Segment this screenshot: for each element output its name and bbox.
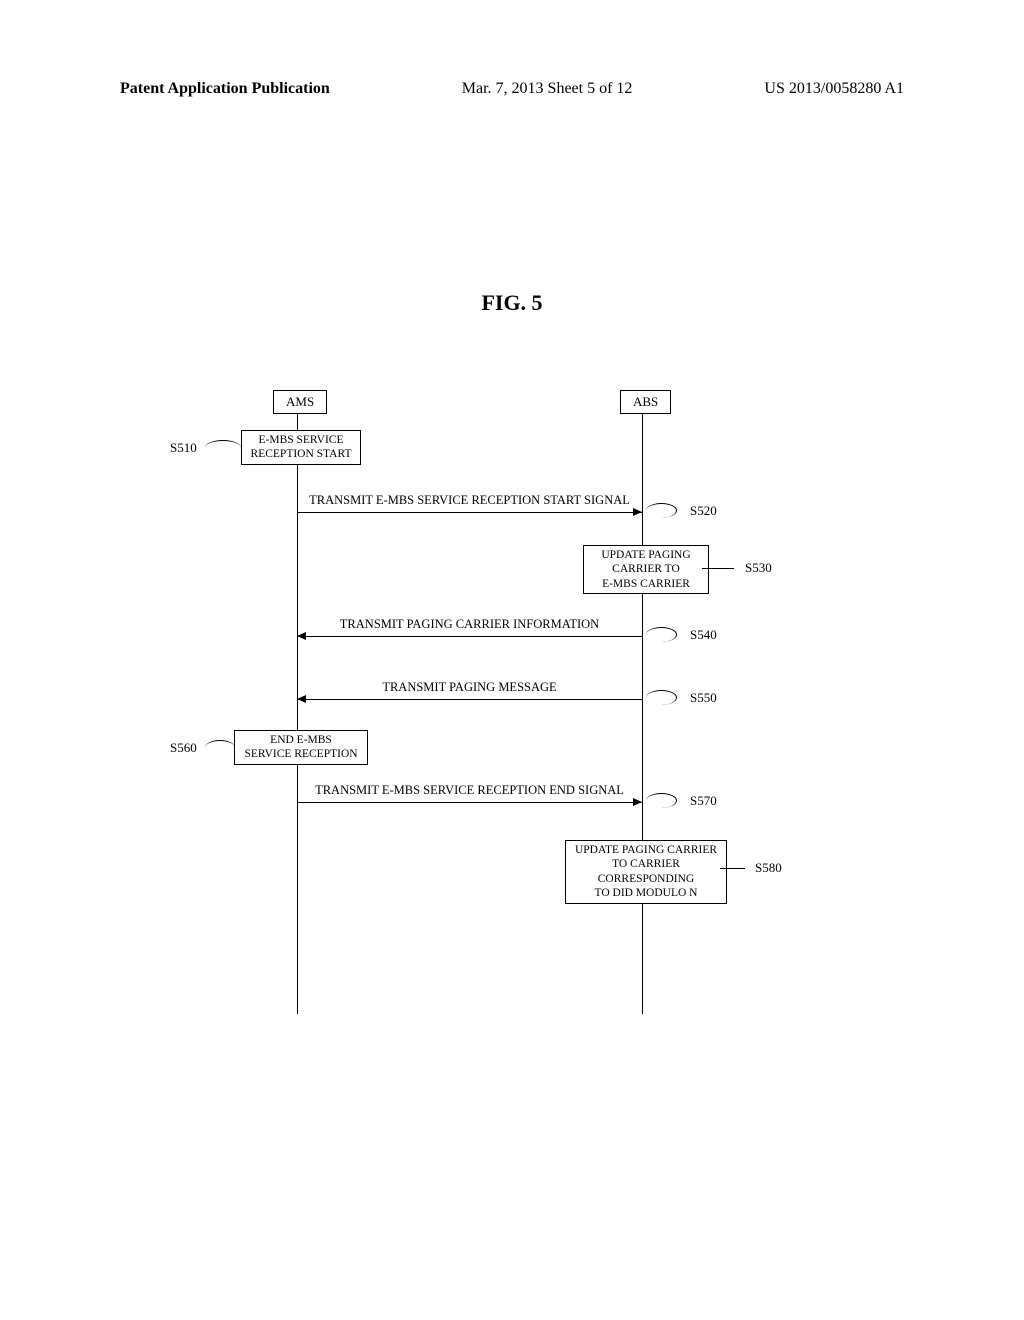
leader-s520 [646, 503, 677, 518]
actor-ams: AMS [273, 390, 327, 414]
step-s510-ref: S510 [170, 440, 197, 456]
step-s550-ref: S550 [690, 690, 717, 706]
step-s550-text: TRANSMIT PAGING MESSAGE [297, 680, 642, 695]
sequence-diagram: AMS ABS E-MBS SERVICERECEPTION START S51… [0, 390, 1024, 1040]
leader-s540 [646, 627, 677, 642]
step-s530-box: UPDATE PAGINGCARRIER TOE-MBS CARRIER [583, 545, 709, 594]
leader-s580 [720, 868, 745, 869]
leader-s530 [702, 568, 734, 569]
step-s580-ref: S580 [755, 860, 782, 876]
arrowhead-s540 [297, 632, 306, 640]
arrow-s520 [297, 512, 642, 513]
arrowhead-s570 [633, 798, 642, 806]
step-s540-text: TRANSMIT PAGING CARRIER INFORMATION [297, 617, 642, 632]
leader-s570 [646, 793, 677, 808]
step-s560-ref: S560 [170, 740, 197, 756]
step-s570-ref: S570 [690, 793, 717, 809]
step-s540-ref: S540 [690, 627, 717, 643]
figure-title: FIG. 5 [0, 290, 1024, 316]
page-header: Patent Application Publication Mar. 7, 2… [120, 80, 904, 98]
step-s520-ref: S520 [690, 503, 717, 519]
header-left: Patent Application Publication [120, 80, 330, 98]
header-middle: Mar. 7, 2013 Sheet 5 of 12 [462, 80, 633, 98]
page: Patent Application Publication Mar. 7, 2… [0, 0, 1024, 1320]
actor-abs: ABS [620, 390, 671, 414]
step-s510-box: E-MBS SERVICERECEPTION START [241, 430, 361, 465]
leader-s560 [205, 740, 235, 755]
step-s530-ref: S530 [745, 560, 772, 576]
step-s560-box: END E-MBSSERVICE RECEPTION [234, 730, 368, 765]
lifeline-abs [642, 414, 643, 1014]
leader-s510 [205, 440, 241, 455]
step-s520-text: TRANSMIT E-MBS SERVICE RECEPTION START S… [297, 493, 642, 508]
header-right: US 2013/0058280 A1 [764, 80, 904, 98]
arrow-s540 [297, 636, 642, 637]
leader-s550 [646, 690, 677, 705]
arrowhead-s520 [633, 508, 642, 516]
arrow-s550 [297, 699, 642, 700]
arrowhead-s550 [297, 695, 306, 703]
step-s570-text: TRANSMIT E-MBS SERVICE RECEPTION END SIG… [297, 783, 642, 798]
arrow-s570 [297, 802, 642, 803]
step-s580-box: UPDATE PAGING CARRIERTO CARRIERCORRESPON… [565, 840, 727, 904]
